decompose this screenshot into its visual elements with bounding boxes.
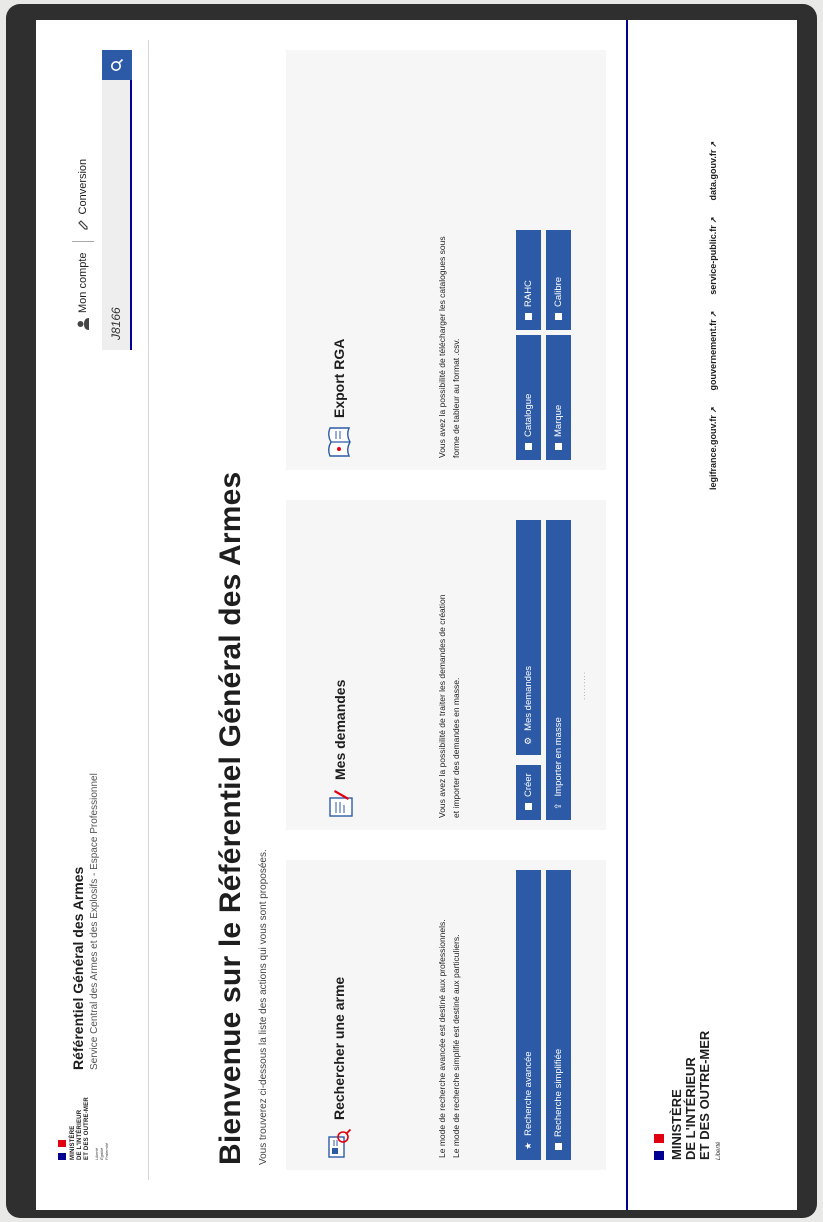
create-request-button[interactable]: Créer — [516, 765, 541, 820]
advanced-search-button[interactable]: ★ Recherche avancée — [516, 870, 541, 1160]
conversion-label: Conversion — [77, 158, 89, 215]
marianne-flag-icon — [58, 1139, 66, 1160]
upload-icon: ⇪ — [553, 802, 563, 810]
site-branding[interactable]: Référentiel Général des Armes Service Ce… — [70, 773, 100, 1070]
export-marque-label: Marque — [553, 404, 564, 437]
device-screen: MINISTÈRE DE L'INTÉRIEUR ET DES OUTRE-ME… — [36, 20, 797, 1210]
square-icon — [525, 313, 532, 320]
export-rahc-label: RAHC — [523, 280, 534, 307]
footer-link-service-public[interactable]: service-public.fr↗ — [708, 216, 718, 294]
footer-link-legifrance[interactable]: legifrance.gouv.fr↗ — [708, 406, 718, 490]
export-rahc-button[interactable]: RAHC — [516, 230, 541, 330]
export-calibre-label: Calibre — [553, 276, 564, 307]
conversion-link[interactable]: Conversion — [77, 159, 89, 232]
search-input[interactable] — [102, 80, 132, 350]
card-requests-title: Mes demandes — [332, 679, 348, 780]
footer-link-gouvernement[interactable]: gouvernement.fr↗ — [708, 311, 718, 391]
logo-line: DE L'INTÉRIEUR — [77, 1109, 83, 1160]
card-search: Rechercher une arme Le mode de recherche… — [286, 860, 606, 1170]
search-icon — [111, 58, 124, 71]
card-search-desc: Le mode de recherche simplifié est desti… — [451, 934, 461, 1158]
card-search-desc: Le mode de recherche avancée est destiné… — [437, 919, 447, 1158]
footer-ministry-line: ET DES OUTRE-MER — [697, 1030, 712, 1160]
simple-search-label: Recherche simplifiée — [553, 1048, 564, 1137]
device-frame: MINISTÈRE DE L'INTÉRIEUR ET DES OUTRE-ME… — [6, 4, 817, 1218]
external-link-icon: ↗ — [709, 406, 718, 414]
external-link-icon: ↗ — [709, 140, 718, 148]
marianne-flag-icon — [654, 1133, 664, 1160]
logo-line: ET DES OUTRE-MER — [84, 1097, 90, 1160]
simple-search-button[interactable]: Recherche simplifiée — [546, 870, 571, 1160]
header-divider — [148, 40, 149, 1180]
site-subtitle: Service Central des Armes et des Explosi… — [89, 773, 100, 1070]
card-search-title: Rechercher une arme — [331, 976, 347, 1120]
footer-ministry-line: DE L'INTÉRIEUR — [683, 1057, 698, 1160]
export-catalogue-button[interactable]: Catalogue — [516, 335, 541, 460]
card-export-desc: Vous avez la possibilité de télécharger … — [437, 236, 447, 458]
site-title: Référentiel Général des Armes — [70, 866, 86, 1070]
square-icon — [525, 803, 532, 810]
card-export-title: Export RGA — [331, 338, 347, 418]
external-link-icon: ↗ — [709, 310, 718, 318]
logo-motto: Fraternité — [104, 1142, 109, 1160]
create-request-label: Créer — [523, 773, 534, 797]
card-export: Export RGA Vous avez la possibilité de t… — [286, 50, 606, 470]
header-tools: Mon compte Conversion — [72, 159, 94, 330]
star-icon: ★ — [523, 1141, 533, 1150]
search-button[interactable] — [102, 50, 132, 80]
card-requests: Mes demandes Vous avez la possibilité de… — [286, 500, 606, 830]
card-requests-desc: Vous avez la possibilité de traiter les … — [437, 594, 447, 819]
card-requests-desc: et importer des demandes en masse. — [451, 677, 461, 818]
square-icon — [555, 313, 562, 320]
export-catalogue-label: Catalogue — [523, 393, 534, 437]
footer-link-data-gouv[interactable]: data.gouv.fr↗ — [708, 141, 718, 201]
card-export-desc: forme de tableur au format .csv. — [451, 338, 461, 458]
account-label: Mon compte — [77, 252, 89, 313]
loading-dots: ......... — [578, 670, 587, 700]
header-separator — [72, 241, 94, 243]
export-marque-button[interactable]: Marque — [546, 335, 571, 460]
footer-ministry-line: MINISTÈRE — [669, 1089, 684, 1160]
document-edit-icon — [329, 790, 353, 817]
page-subtitle: Vous trouverez ci-dessous la liste des a… — [258, 849, 269, 1165]
page: MINISTÈRE DE L'INTÉRIEUR ET DES OUTRE-ME… — [36, 20, 797, 1210]
user-icon — [77, 318, 89, 330]
my-requests-button[interactable]: ⚙ Mes demandes — [516, 520, 541, 755]
square-icon — [525, 443, 532, 450]
pencil-icon — [78, 220, 88, 231]
logo-line: MINISTÈRE — [70, 1125, 76, 1160]
square-icon — [555, 443, 562, 450]
square-icon — [555, 1143, 562, 1150]
bulk-import-button[interactable]: ⇪ Importer en masse — [546, 520, 571, 820]
my-requests-label: Mes demandes — [523, 665, 534, 731]
id-card-search-icon — [328, 1128, 352, 1158]
advanced-search-label: Recherche avancée — [523, 1051, 534, 1136]
external-link-icon: ↗ — [709, 216, 718, 224]
page-title: Bienvenue sur le Référentiel Général des… — [214, 471, 247, 1165]
export-calibre-button[interactable]: Calibre — [546, 230, 571, 330]
header-logo[interactable]: MINISTÈRE DE L'INTÉRIEUR ET DES OUTRE-ME… — [58, 1097, 109, 1160]
book-icon — [328, 427, 351, 457]
footer-divider — [626, 20, 628, 1210]
gear-icon: ⚙ — [523, 736, 533, 745]
footer-logo[interactable]: MINISTÈRE DE L'INTÉRIEUR ET DES OUTRE-ME… — [654, 1031, 723, 1160]
bulk-import-label: Importer en masse — [553, 717, 564, 797]
footer-links: legifrance.gouv.fr↗ gouvernement.fr↗ ser… — [708, 141, 718, 490]
account-link[interactable]: Mon compte — [77, 252, 89, 330]
footer-motto: Liberté — [716, 1141, 722, 1160]
